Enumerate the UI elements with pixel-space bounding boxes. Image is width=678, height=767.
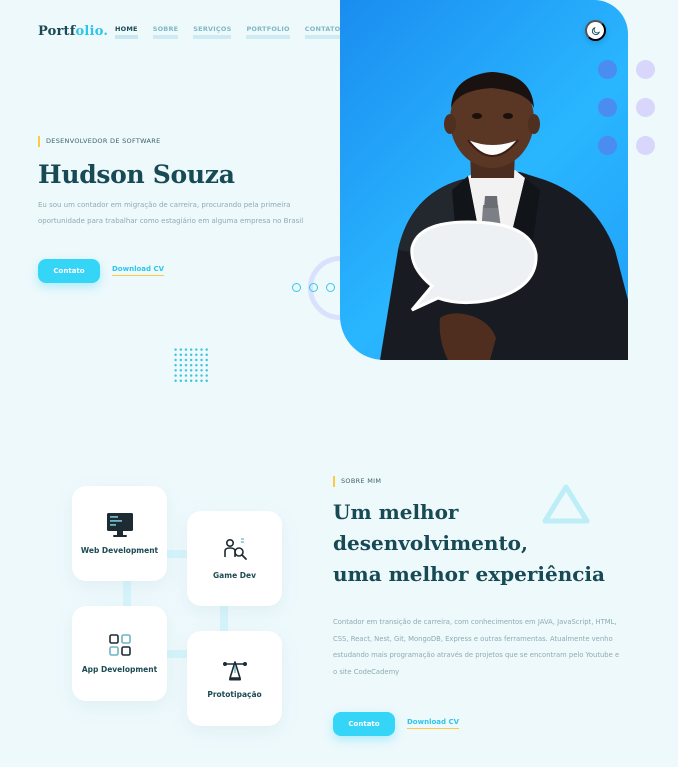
nav-home[interactable]: HOME bbox=[115, 26, 138, 39]
about-download-cv-link[interactable]: Download CV bbox=[407, 718, 460, 729]
decorative-dot bbox=[636, 136, 655, 155]
nav-portfolio[interactable]: PORTFOLIO bbox=[246, 26, 290, 39]
decorative-dot-grid bbox=[173, 347, 209, 383]
hero-photo bbox=[340, 0, 628, 360]
theme-toggle-button[interactable] bbox=[585, 20, 606, 41]
slider-dot[interactable] bbox=[292, 283, 301, 292]
slider-dot[interactable] bbox=[309, 283, 318, 292]
hero-name: Hudson Souza bbox=[38, 160, 235, 189]
hero-contact-button[interactable]: Contato bbox=[38, 259, 100, 283]
about-tag: SOBRE MIM bbox=[333, 476, 381, 487]
moon-icon bbox=[591, 26, 600, 35]
hero-tag: DESENVOLVEDOR DE SOFTWARE bbox=[38, 136, 160, 147]
nav-servicos[interactable]: SERVIÇOS bbox=[193, 26, 232, 39]
about-description: Contador em transição de carreira, com c… bbox=[333, 618, 620, 676]
service-card-web-development[interactable]: Web Development bbox=[72, 486, 167, 581]
about-title: Um melhor desenvolvimento, uma melhor ex… bbox=[333, 500, 605, 586]
monitor-icon bbox=[106, 513, 133, 537]
hero-download-cv-link[interactable]: Download CV bbox=[112, 265, 165, 276]
service-label: Web Development bbox=[80, 546, 159, 555]
service-card-game-dev[interactable]: Game Dev bbox=[187, 511, 282, 606]
decorative-dot bbox=[598, 98, 617, 117]
pen-tool-icon bbox=[222, 661, 247, 681]
main-nav: HOME SOBRE SERVIÇOS PORTFOLIO CONTATO bbox=[115, 26, 341, 39]
about-contact-button[interactable]: Contato bbox=[333, 712, 395, 736]
service-label: Game Dev bbox=[213, 571, 256, 580]
logo[interactable]: Portfolio. bbox=[38, 24, 108, 39]
grid-apps-icon bbox=[108, 634, 131, 656]
hero-person-illustration bbox=[380, 72, 628, 360]
decorative-dot bbox=[598, 136, 617, 155]
service-label: App Development bbox=[81, 665, 158, 674]
slider-dot[interactable] bbox=[326, 283, 335, 292]
service-label: Prototipação bbox=[207, 690, 262, 699]
hero-description: Eu sou um contador em migração de carrei… bbox=[38, 201, 304, 225]
user-search-icon bbox=[223, 538, 247, 560]
service-card-app-development[interactable]: App Development bbox=[72, 606, 167, 701]
nav-sobre[interactable]: SOBRE bbox=[152, 26, 179, 39]
decorative-dot bbox=[636, 60, 655, 79]
service-card-prototipacao[interactable]: Prototipação bbox=[187, 631, 282, 726]
nav-contato[interactable]: CONTATO bbox=[304, 26, 341, 39]
decorative-dot bbox=[636, 98, 655, 117]
decorative-dot bbox=[598, 60, 617, 79]
